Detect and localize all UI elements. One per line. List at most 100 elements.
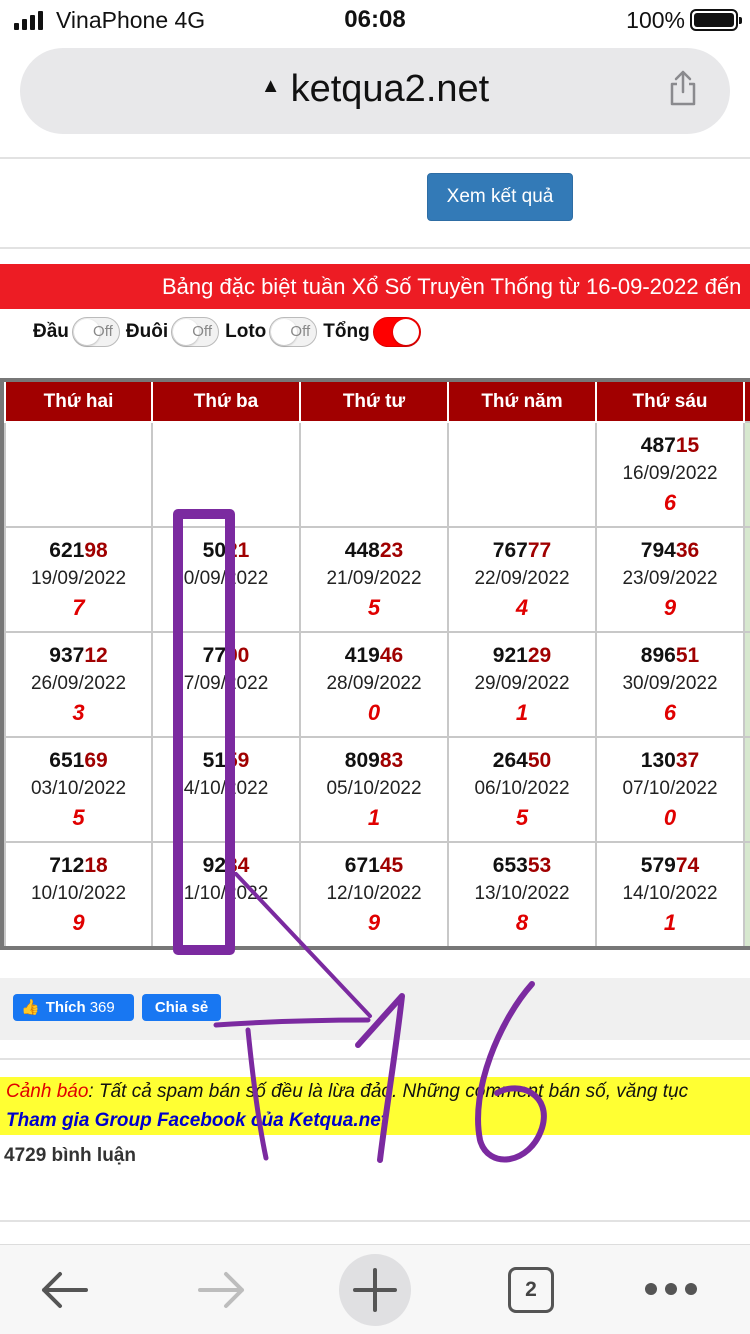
result-date: 0/09/2022 [183, 567, 269, 589]
result-sum: 9 [367, 909, 381, 935]
address-bar[interactable]: ▲ ketqua2.net [20, 48, 730, 134]
result-cell: 80983 05/10/2022 1 [299, 736, 449, 843]
result-sum: 5 [515, 804, 529, 830]
toggle-loto[interactable]: Off [269, 317, 318, 347]
result-sum: 9 [72, 909, 85, 935]
overflow-cell [743, 736, 750, 843]
new-tab-button[interactable] [339, 1254, 411, 1326]
header-friday: Thứ sáu [595, 382, 745, 423]
table-row: 48715 16/09/2022 6 [4, 421, 750, 528]
result-cell: 5159 4/10/2022 [151, 736, 301, 843]
toggle-tong[interactable] [372, 317, 421, 347]
overflow-cell [743, 631, 750, 738]
share-button[interactable]: Chia sẻ [142, 994, 221, 1021]
comment-count[interactable]: 4729 bình luận [4, 1145, 136, 1167]
result-cell: 57974 14/10/2022 1 [595, 841, 745, 946]
result-number: 67145 [344, 853, 404, 877]
more-menu-icon[interactable] [645, 1283, 697, 1295]
result-cell: 41946 28/09/2022 0 [299, 631, 449, 738]
overflow-cell [743, 526, 750, 633]
result-cell [299, 421, 449, 528]
results-table: Thứ hai Thứ ba Thứ tư Thứ năm Thứ sáu 48… [0, 378, 750, 950]
result-cell: 71218 10/10/2022 9 [4, 841, 153, 946]
header-overflow [743, 382, 750, 423]
banner-title: Bảng đặc biệt tuần Xổ Số Truyền Thống từ… [0, 264, 750, 309]
warning-box: Cảnh báo: Tất cả spam bán số đều là lừa … [0, 1077, 750, 1135]
result-date: 14/10/2022 [622, 882, 718, 904]
result-number: 92129 [492, 643, 552, 667]
result-cell: 93712 26/09/2022 3 [4, 631, 153, 738]
tabs-button[interactable]: 2 [508, 1267, 554, 1313]
plus-icon [353, 1268, 397, 1312]
result-cell: 76777 22/09/2022 4 [447, 526, 597, 633]
result-date: 10/10/2022 [30, 882, 127, 904]
result-date: 07/10/2022 [622, 777, 718, 799]
social-bar: 👍 Thích 369 Chia sẻ [0, 978, 750, 1040]
result-cell: 92129 29/09/2022 1 [447, 631, 597, 738]
result-date: 13/10/2022 [474, 882, 570, 904]
result-number: 26450 [492, 748, 552, 772]
forward-arrow-icon[interactable] [190, 1265, 250, 1315]
result-date: 03/10/2022 [30, 777, 127, 799]
result-date: 4/10/2022 [183, 777, 269, 799]
table-row: 93712 26/09/2022 3 7790 7/09/2022 41946 28/09… [4, 631, 750, 738]
result-number: 57974 [640, 853, 700, 877]
result-date: 28/09/2022 [326, 672, 422, 694]
result-number: 9234 [202, 853, 250, 877]
toggle-label-dau: Đầu [33, 321, 69, 342]
divider [0, 1220, 750, 1222]
result-cell: 65353 13/10/2022 8 [447, 841, 597, 946]
table-row: 65169 03/10/2022 5 5159 4/10/2022 80983 05/10… [4, 736, 750, 843]
toggle-duoi[interactable]: Off [171, 317, 220, 347]
result-cell: 44823 21/09/2022 5 [299, 526, 449, 633]
warning-text: : Tất cả spam bán số đều là lừa đảo. Nhữ… [88, 1081, 689, 1102]
result-number: 5159 [202, 748, 250, 772]
back-arrow-icon[interactable] [36, 1265, 96, 1315]
result-number: 76777 [492, 538, 552, 562]
toggle-dau[interactable]: Off [71, 317, 120, 347]
result-cell [4, 421, 153, 528]
result-sum: 7 [72, 594, 85, 620]
result-sum [153, 803, 299, 833]
result-number: 62198 [49, 538, 108, 562]
like-count: 369 [89, 999, 115, 1016]
result-cell: 67145 12/10/2022 9 [299, 841, 449, 946]
divider [0, 1058, 750, 1060]
result-sum: 5 [72, 804, 85, 830]
like-button[interactable]: 👍 Thích 369 [13, 994, 134, 1021]
result-number: 93712 [49, 643, 108, 667]
share-icon[interactable] [668, 70, 698, 106]
warning-icon: ▲ [260, 75, 281, 98]
result-sum: 5 [367, 594, 381, 620]
header-thursday: Thứ năm [447, 382, 597, 423]
result-sum: 6 [663, 489, 677, 515]
filter-toggles: Đầu Off Đuôi Off Loto Off Tổng [33, 315, 424, 349]
facebook-group-link[interactable]: Tham gia Group Facebook của Ketqua.net [6, 1106, 750, 1135]
result-number: 48715 [640, 433, 700, 457]
result-date: 12/10/2022 [326, 882, 422, 904]
toggle-label-duoi: Đuôi [125, 321, 169, 342]
result-sum: 3 [72, 699, 85, 725]
browser-toolbar: 2 [0, 1244, 750, 1334]
result-cell [151, 421, 301, 528]
status-bar: VinaPhone 4G 06:08 100% [0, 0, 750, 40]
result-cell: 26450 06/10/2022 5 [447, 736, 597, 843]
result-cell: 65169 03/10/2022 5 [4, 736, 153, 843]
result-cell: 48715 16/09/2022 6 [595, 421, 745, 528]
result-number: 5021 [202, 538, 250, 562]
result-date: 22/09/2022 [474, 567, 570, 589]
result-date: 26/09/2022 [30, 672, 127, 694]
result-cell: 7790 7/09/2022 [151, 631, 301, 738]
result-sum [153, 593, 299, 623]
result-sum: 0 [367, 699, 381, 725]
table-header-row: Thứ hai Thứ ba Thứ tư Thứ năm Thứ sáu [4, 382, 750, 423]
result-cell: 9234 1/10/2022 [151, 841, 301, 946]
result-date: 05/10/2022 [326, 777, 422, 799]
result-cell: 62198 19/09/2022 7 [4, 526, 153, 633]
divider [0, 157, 750, 159]
view-results-button[interactable]: Xem kết quả [427, 173, 573, 221]
result-sum: 1 [367, 804, 381, 830]
result-date: 29/09/2022 [474, 672, 570, 694]
result-sum: 6 [663, 699, 677, 725]
url-text: ketqua2.net [290, 68, 490, 110]
